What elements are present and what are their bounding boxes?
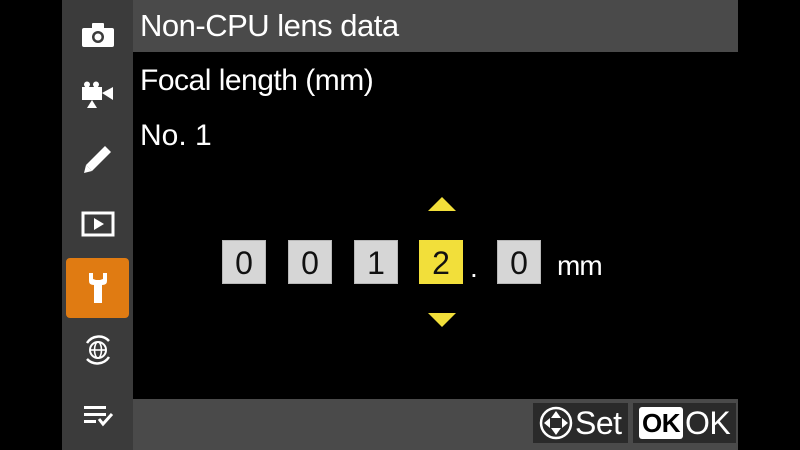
digit-box-selected[interactable]: 2 [419,240,463,284]
tab-setup[interactable] [66,258,129,318]
wrench-icon [88,273,107,303]
network-icon [85,335,110,365]
digit-box[interactable]: 0 [222,240,266,284]
set-hint[interactable]: Set [533,403,628,443]
increment-arrow-icon[interactable] [426,196,458,212]
decimal-point: . [470,252,478,283]
pencil-icon [83,146,111,173]
tab-photo-shooting[interactable] [62,7,133,63]
decrement-arrow-icon[interactable] [426,312,458,328]
tab-network[interactable] [62,322,133,378]
lens-number: No. 1 [140,119,212,152]
digit-box[interactable]: 0 [288,240,332,284]
tab-custom-settings[interactable] [62,131,133,187]
multi-selector-icon [539,406,573,440]
page-title: Non-CPU lens data [140,8,399,43]
ok-hint[interactable]: OK OK [633,403,737,443]
tab-movie-shooting[interactable] [62,67,133,123]
movie-camera-icon [81,81,113,108]
setting-name: Focal length (mm) [140,64,374,97]
digit-box[interactable]: 0 [497,240,541,284]
ok-label: OK [685,404,731,441]
tab-my-menu[interactable] [62,387,133,443]
footer-bar: Set OK OK [133,399,738,450]
menu-sidebar [62,0,133,450]
tab-playback[interactable] [62,196,133,252]
digit-box[interactable]: 1 [354,240,398,284]
camera-menu-screen: Non-CPU lens data Focal length (mm) No. … [0,0,800,450]
my-menu-icon [83,406,113,427]
set-label: Set [575,404,622,441]
title-bar: Non-CPU lens data [133,0,738,52]
unit-label: mm [557,250,603,281]
playback-icon [81,211,114,237]
ok-button-icon: OK [639,407,683,439]
camera-icon [81,23,114,47]
main-panel: Non-CPU lens data Focal length (mm) No. … [133,0,738,450]
